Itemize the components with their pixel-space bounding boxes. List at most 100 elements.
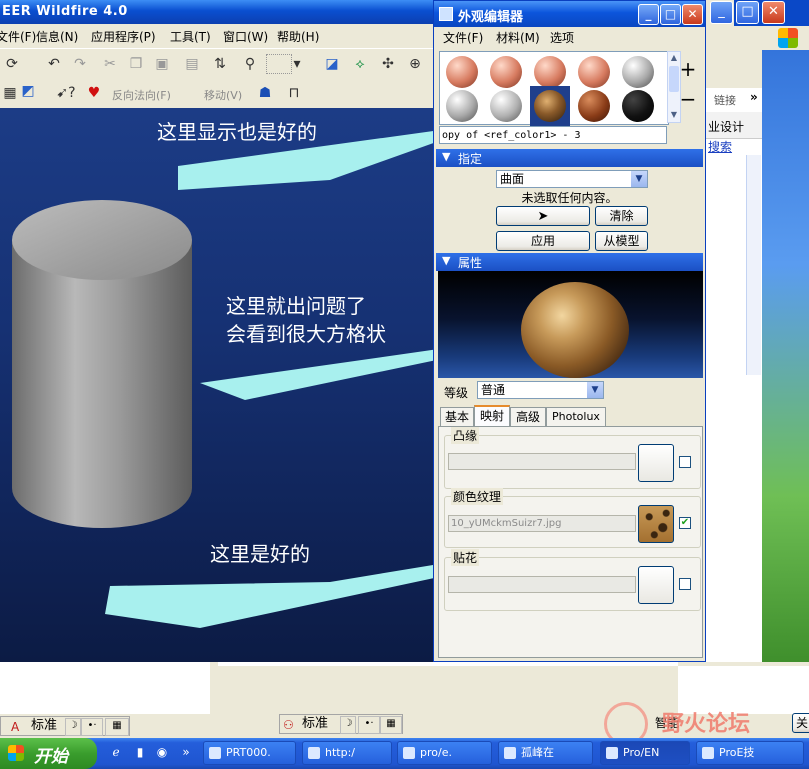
swatch-1[interactable] — [446, 56, 478, 88]
swatch-5[interactable] — [622, 56, 654, 88]
apply-button[interactable]: 应用 — [496, 231, 590, 251]
search-link[interactable]: 搜索 — [708, 138, 732, 155]
tab-mapping[interactable]: 映射 — [474, 405, 510, 427]
ime-mode-center[interactable]: 标准 — [302, 715, 328, 733]
task-gufeng[interactable]: 孤峰在 — [498, 741, 593, 765]
graphics-window[interactable]: 这里显示也是好的 这里就出问题了 会看到很大方格状 这里是好的 — [0, 108, 436, 662]
paste-icon[interactable]: ▣ — [152, 54, 172, 74]
assign-type-select[interactable]: 曲面 ▼ — [496, 170, 648, 188]
menu-applications[interactable]: 应用程序(P) — [91, 28, 156, 45]
menu-info[interactable]: 信息(N) — [36, 28, 78, 45]
appearance-name-input[interactable]: opy of <ref_color1> - 3 — [439, 126, 667, 144]
cut-icon[interactable]: ✂ — [100, 54, 120, 74]
keyboard-icon[interactable]: ▦ — [380, 716, 402, 734]
reverse-normal-text[interactable]: 反向法向(F) — [112, 87, 171, 103]
bump-checkbox[interactable] — [679, 456, 691, 468]
chevron-down-icon[interactable]: ▾ — [292, 54, 302, 74]
swatch-8-leopard[interactable] — [534, 90, 566, 122]
paste-special-icon[interactable]: ▤ — [182, 54, 202, 74]
move-text[interactable]: 移动(V) — [204, 87, 242, 103]
task-proe[interactable]: pro/e. — [397, 741, 492, 765]
find-icon[interactable]: ⚲ — [240, 54, 260, 74]
language-bar-left[interactable]: A 标准 ☽ •· ▦ — [0, 716, 130, 736]
task-proengineer[interactable]: Pro/EN — [600, 741, 690, 765]
design-label[interactable]: 业设计 — [708, 118, 744, 135]
punctuation-icon[interactable]: •· — [358, 716, 380, 734]
zoom-in-icon[interactable]: ⊕ — [405, 54, 425, 74]
copy-icon[interactable]: ❐ — [126, 54, 146, 74]
select-button[interactable]: ➤ — [496, 206, 590, 226]
assign-section-header[interactable]: ▼ 指定 — [436, 149, 703, 167]
tab-advanced[interactable]: 高级 — [510, 407, 546, 426]
tab-basic[interactable]: 基本 — [440, 407, 474, 426]
menu-window[interactable]: 窗口(W) — [223, 28, 268, 45]
ime-icon[interactable]: ⚇ — [283, 716, 294, 734]
swatch-6[interactable] — [446, 90, 478, 122]
display-style-icon[interactable]: ◩ — [18, 81, 38, 101]
dialog-menu-options[interactable]: 选项 — [550, 29, 574, 46]
properties-section-header[interactable]: ▼ 属性 — [436, 253, 703, 271]
undo-icon[interactable]: ↶ — [44, 54, 64, 74]
swatch-10[interactable] — [622, 90, 654, 122]
moon-icon[interactable]: ☽ — [340, 716, 356, 734]
redo-icon[interactable]: ↷ — [70, 54, 90, 74]
chevron-right-icon[interactable]: » — [750, 90, 758, 104]
dialog-close-icon[interactable]: ✕ — [682, 4, 703, 25]
texture-thumbnail-button[interactable] — [638, 505, 674, 543]
scroll-down-icon[interactable]: ▼ — [669, 110, 679, 119]
datum-points-icon[interactable]: ⟡ — [350, 54, 370, 74]
dialog-titlebar[interactable]: 外观编辑器 _ □ ✕ — [434, 1, 705, 27]
dialog-menu-material[interactable]: 材料(M) — [496, 29, 540, 46]
ime-icon[interactable]: A — [11, 718, 19, 736]
maximize-icon[interactable]: □ — [736, 1, 759, 24]
task-http[interactable]: http:/ — [302, 741, 392, 765]
swatch-3[interactable] — [534, 56, 566, 88]
level-select[interactable]: 普通 ▼ — [477, 381, 604, 399]
regenerate-icon[interactable]: ⟳ — [2, 54, 22, 74]
help-icon[interactable]: ➹? — [56, 83, 76, 103]
menu-help[interactable]: 帮助(H) — [277, 28, 319, 45]
language-bar-center[interactable]: ⚇ 标准 ☽ •· ▦ — [279, 714, 403, 734]
start-button[interactable]: 开始 — [0, 738, 97, 769]
model-tree-icon[interactable]: ☗ — [255, 83, 275, 103]
plus-icon[interactable]: + — [677, 59, 699, 81]
color-texture-checkbox[interactable]: ✔ — [679, 517, 691, 529]
moon-icon[interactable]: ☽ — [65, 718, 81, 736]
dimension-icon[interactable]: ⊓ — [284, 83, 304, 103]
shaded-icon[interactable]: ▦ — [0, 83, 20, 103]
swatch-9[interactable] — [578, 90, 610, 122]
dialog-maximize-icon[interactable]: □ — [660, 4, 681, 25]
decal-map-button[interactable] — [638, 566, 674, 604]
swatch-2[interactable] — [490, 56, 522, 88]
regen-manager-icon[interactable]: ⇅ — [210, 54, 230, 74]
chevron-right-icon[interactable]: » — [178, 744, 194, 760]
close-icon[interactable]: ✕ — [762, 1, 785, 24]
task-prt[interactable]: PRT000. — [203, 741, 296, 765]
tab-photolux[interactable]: Photolux — [546, 407, 606, 426]
sketch-icon[interactable]: ◪ — [322, 54, 342, 74]
ie-quicklaunch-icon[interactable]: ℯ — [108, 744, 124, 760]
menu-file[interactable]: 文件(F) — [0, 28, 36, 45]
swatch-7[interactable] — [490, 90, 522, 122]
link-label[interactable]: 链接 — [714, 92, 736, 108]
swatch-4[interactable] — [578, 56, 610, 88]
ime-mode-left[interactable]: 标准 — [31, 717, 57, 735]
bump-map-button[interactable] — [638, 444, 674, 482]
spin-center-icon[interactable]: ✣ — [378, 54, 398, 74]
punctuation-icon[interactable]: •· — [81, 718, 103, 736]
menu-tools[interactable]: 工具(T) — [170, 28, 211, 45]
media-quicklaunch-icon[interactable]: ◉ — [154, 744, 170, 760]
browser-scrollbar[interactable] — [746, 155, 761, 375]
chevron-down-icon[interactable]: ▼ — [631, 171, 647, 187]
decal-checkbox[interactable] — [679, 578, 691, 590]
clear-button[interactable]: 清除 — [595, 206, 648, 226]
dialog-minimize-icon[interactable]: _ — [638, 4, 659, 25]
desktop-quicklaunch-icon[interactable]: ▮ — [132, 744, 148, 760]
dialog-menu-file[interactable]: 文件(F) — [443, 29, 483, 46]
keyboard-icon[interactable]: ▦ — [105, 718, 129, 736]
chevron-down-icon[interactable]: ▼ — [587, 382, 603, 398]
minimize-icon[interactable]: _ — [710, 1, 733, 24]
minus-icon[interactable]: − — [677, 89, 699, 111]
from-model-button[interactable]: 从模型 — [595, 231, 648, 251]
heart-icon[interactable]: ♥ — [84, 83, 104, 103]
